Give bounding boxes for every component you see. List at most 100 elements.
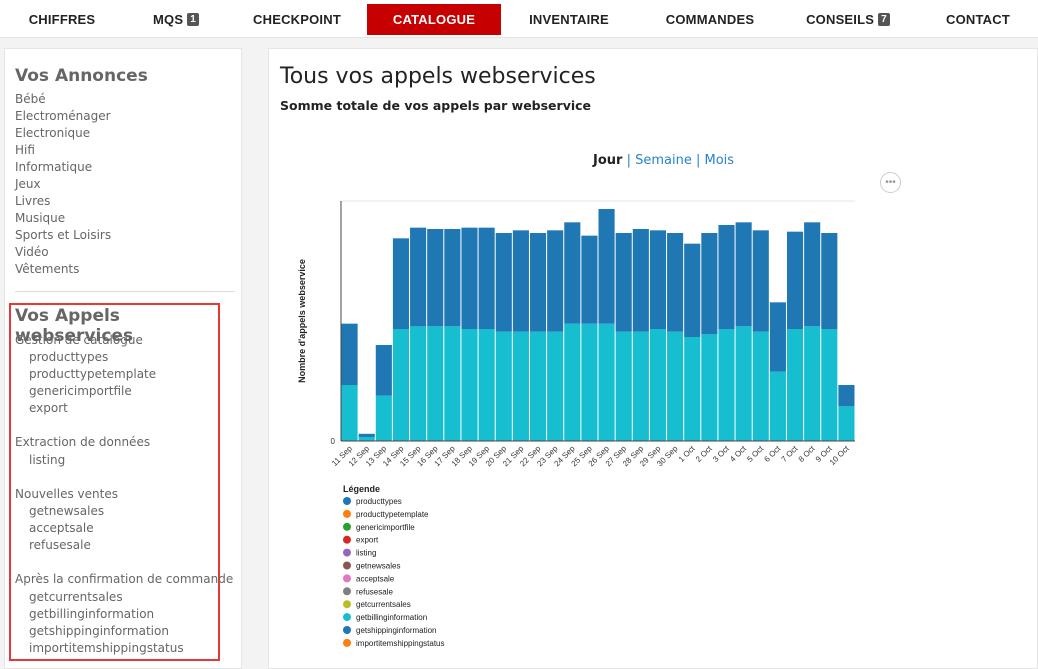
legend-item[interactable]: acceptsale <box>356 574 395 583</box>
bar-getbillinginformation[interactable] <box>512 331 529 441</box>
nav-item-commandes[interactable]: COMMANDES <box>650 4 770 35</box>
bar-producttypes[interactable] <box>341 323 358 385</box>
sidebar-item-sports[interactable]: Sports et Loisirs <box>15 228 111 242</box>
sidebar-item-getnewsales[interactable]: getnewsales <box>29 504 104 518</box>
nav-item-chiffres[interactable]: CHIFFRES <box>12 4 112 35</box>
sidebar-group-extraction[interactable]: Extraction de données <box>15 435 150 449</box>
sidebar-item-importitemshippingstatus[interactable]: importitemshippingstatus <box>29 641 184 655</box>
sidebar-item-informatique[interactable]: Informatique <box>15 160 92 174</box>
bar-producttypes[interactable] <box>375 345 392 396</box>
bar-getbillinginformation[interactable] <box>461 329 478 441</box>
bar-getbillinginformation[interactable] <box>735 326 752 441</box>
bar-getbillinginformation[interactable] <box>392 329 410 441</box>
bar-getbillinginformation[interactable] <box>684 337 701 441</box>
sidebar-item-getcurrentsales[interactable]: getcurrentsales <box>29 590 123 604</box>
sidebar-item-electronique[interactable]: Electronique <box>15 126 90 140</box>
bar-producttypes[interactable] <box>684 243 701 337</box>
bar-producttypes[interactable] <box>478 227 495 329</box>
bar-producttypes[interactable] <box>427 229 444 327</box>
legend-item[interactable]: export <box>356 536 379 545</box>
sidebar-item-getbillinginformation[interactable]: getbillinginformation <box>29 607 154 621</box>
bar-getbillinginformation[interactable] <box>410 326 427 441</box>
bar-getbillinginformation[interactable] <box>649 329 667 441</box>
nav-item-catalogue[interactable]: CATALOGUE <box>367 4 501 35</box>
sidebar-item-bebe[interactable]: Bébé <box>15 92 46 106</box>
sidebar-item-producttypetemplate[interactable]: producttypetemplate <box>29 367 156 381</box>
sidebar-group-apres-commande[interactable]: Après la confirmation de commande <box>15 572 233 586</box>
bar-producttypes[interactable] <box>615 233 632 332</box>
bar-getbillinginformation[interactable] <box>718 329 735 441</box>
period-month-link[interactable]: Mois <box>705 153 735 168</box>
bar-producttypes[interactable] <box>564 222 581 324</box>
bar-producttypes[interactable] <box>821 233 838 329</box>
bar-producttypes[interactable] <box>838 385 855 407</box>
sidebar-group-nouvelles-ventes[interactable]: Nouvelles ventes <box>15 487 118 501</box>
bar-producttypes[interactable] <box>701 233 718 335</box>
bar-producttypes[interactable] <box>649 230 667 329</box>
sidebar-item-listing[interactable]: listing <box>29 453 65 467</box>
bar-getbillinginformation[interactable] <box>838 406 855 441</box>
nav-item-conseils[interactable]: CONSEILS 7 <box>793 4 903 35</box>
bar-producttypes[interactable] <box>804 222 821 327</box>
bar-producttypes[interactable] <box>512 230 529 332</box>
bar-getbillinginformation[interactable] <box>632 331 649 441</box>
period-day[interactable]: Jour <box>593 153 622 168</box>
bar-getbillinginformation[interactable] <box>478 329 495 441</box>
bar-producttypes[interactable] <box>598 209 615 324</box>
bar-getbillinginformation[interactable] <box>821 329 838 441</box>
bar-producttypes[interactable] <box>410 227 427 327</box>
bar-getbillinginformation[interactable] <box>581 323 598 441</box>
nav-item-checkpoint[interactable]: CHECKPOINT <box>240 4 354 35</box>
sidebar-item-livres[interactable]: Livres <box>15 194 50 208</box>
bar-producttypes[interactable] <box>529 233 547 332</box>
bar-producttypes[interactable] <box>752 230 769 332</box>
legend-item[interactable]: getcurrentsales <box>356 600 411 609</box>
nav-item-mqs[interactable]: MQS 1 <box>126 4 226 35</box>
bar-getbillinginformation[interactable] <box>615 331 632 441</box>
bar-getbillinginformation[interactable] <box>444 326 461 441</box>
bar-producttypes[interactable] <box>632 229 649 332</box>
bar-producttypes[interactable] <box>718 225 735 329</box>
sidebar-item-getshippinginformation[interactable]: getshippinginformation <box>29 624 169 638</box>
sidebar-item-video[interactable]: Vidéo <box>15 245 49 259</box>
sidebar-item-export[interactable]: export <box>29 401 68 415</box>
legend-item[interactable]: getbillinginformation <box>356 613 427 622</box>
bar-producttypes[interactable] <box>495 233 512 332</box>
bar-producttypes[interactable] <box>547 230 564 332</box>
legend-item[interactable]: getnewsales <box>356 562 400 571</box>
bar-producttypes[interactable] <box>461 227 478 329</box>
sidebar-group-catalogue[interactable]: Gestion de catalogue <box>15 333 143 347</box>
sidebar-item-hifi[interactable]: Hifi <box>15 143 35 157</box>
nav-item-contact[interactable]: CONTACT <box>930 4 1026 35</box>
legend-item[interactable]: genericimportfile <box>356 523 415 532</box>
bar-getbillinginformation[interactable] <box>341 385 358 441</box>
bar-producttypes[interactable] <box>786 231 804 329</box>
legend-item[interactable]: getshippinginformation <box>356 626 437 635</box>
bar-getbillinginformation[interactable] <box>804 326 821 441</box>
bar-producttypes[interactable] <box>735 222 752 327</box>
sidebar-item-acceptsale[interactable]: acceptsale <box>29 521 94 535</box>
bar-producttypes[interactable] <box>358 433 375 437</box>
bar-getbillinginformation[interactable] <box>598 323 615 441</box>
bar-getbillinginformation[interactable] <box>495 331 512 441</box>
sidebar-item-refusesale[interactable]: refusesale <box>29 538 91 552</box>
legend-item[interactable]: importitemshippingstatus <box>356 639 444 648</box>
bar-getbillinginformation[interactable] <box>375 395 392 441</box>
bar-getbillinginformation[interactable] <box>529 331 547 441</box>
bar-getbillinginformation[interactable] <box>358 437 375 441</box>
sidebar-item-genericimportfile[interactable]: genericimportfile <box>29 384 132 398</box>
sidebar-item-vetements[interactable]: Vêtements <box>15 262 79 276</box>
bar-producttypes[interactable] <box>581 235 598 324</box>
sidebar-item-producttypes[interactable]: producttypes <box>29 350 108 364</box>
bar-producttypes[interactable] <box>392 238 410 329</box>
legend-item[interactable]: producttypetemplate <box>356 510 429 519</box>
sidebar-item-musique[interactable]: Musique <box>15 211 65 225</box>
legend-item[interactable]: refusesale <box>356 587 393 596</box>
bar-getbillinginformation[interactable] <box>547 331 564 441</box>
bar-getbillinginformation[interactable] <box>769 371 786 441</box>
legend-item[interactable]: listing <box>356 549 376 558</box>
period-week-link[interactable]: Semaine <box>635 153 692 168</box>
sidebar-item-electromenager[interactable]: Electroménager <box>15 109 111 123</box>
bar-getbillinginformation[interactable] <box>701 334 718 441</box>
bar-producttypes[interactable] <box>444 229 461 327</box>
